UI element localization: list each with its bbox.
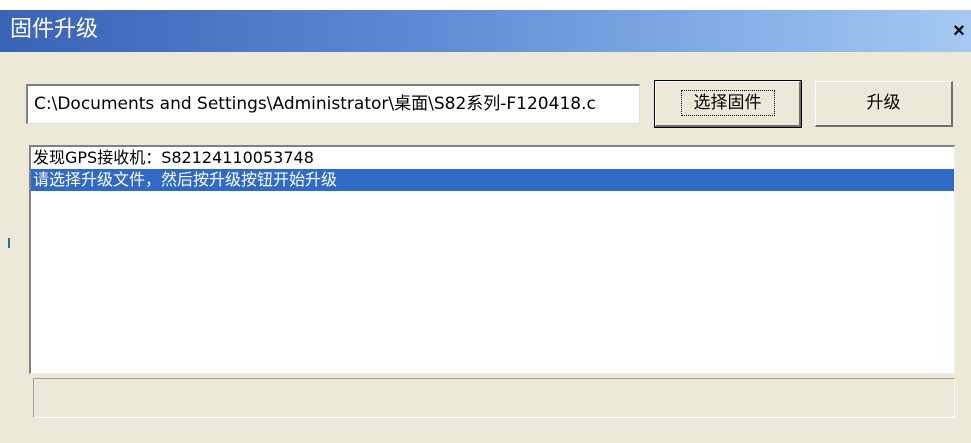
firmware-upgrade-dialog: 固件升级 × C:\Documents and Settings\Adminis… <box>0 10 971 443</box>
select-firmware-button[interactable]: 选择固件 <box>654 80 802 128</box>
upgrade-button[interactable]: 升级 <box>815 81 953 127</box>
log-item-instruction[interactable]: 请选择升级文件，然后按升级按钮开始升级 <box>31 169 954 191</box>
select-firmware-label: 选择固件 <box>680 90 775 116</box>
title-bar[interactable]: 固件升级 × <box>0 10 971 52</box>
log-item-receiver-found[interactable]: 发现GPS接收机：S82124110053748 <box>31 147 954 169</box>
firmware-path-input[interactable]: C:\Documents and Settings\Administrator\… <box>26 84 640 124</box>
window-title: 固件升级 <box>10 17 99 42</box>
log-listbox[interactable]: 发现GPS接收机：S82124110053748 请选择升级文件，然后按升级按钮… <box>29 145 955 374</box>
side-marker <box>8 238 10 248</box>
status-bar <box>33 378 955 418</box>
close-button[interactable]: × <box>947 18 971 44</box>
